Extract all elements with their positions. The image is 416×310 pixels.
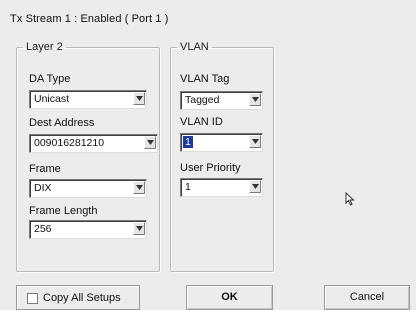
chevron-down-icon[interactable] bbox=[133, 181, 145, 194]
vlan-legend: VLAN bbox=[180, 41, 209, 53]
vlan-tag-select[interactable]: Tagged bbox=[180, 91, 263, 110]
vlan-id-label: VLAN ID bbox=[180, 116, 223, 128]
vlan-tag-label: VLAN Tag bbox=[180, 73, 230, 85]
da-type-value: Unicast bbox=[34, 93, 70, 105]
da-type-label: DA Type bbox=[29, 73, 71, 85]
window-title: Tx Stream 1 : Enabled ( Port 1 ) bbox=[10, 13, 169, 25]
chevron-down-icon[interactable] bbox=[249, 180, 261, 193]
frame-value: DIX bbox=[34, 182, 52, 194]
chevron-down-icon[interactable] bbox=[133, 222, 145, 235]
layer2-legend: Layer 2 bbox=[26, 41, 63, 53]
chevron-down-icon[interactable] bbox=[144, 136, 156, 149]
chevron-down-icon[interactable] bbox=[133, 92, 145, 105]
frame-label: Frame bbox=[29, 163, 61, 175]
user-priority-label: User Priority bbox=[180, 162, 241, 174]
copy-all-setups-checkbox[interactable]: Copy All Setups bbox=[16, 285, 140, 310]
user-priority-select[interactable]: 1 bbox=[180, 178, 263, 197]
dest-address-field[interactable]: 009016281210 bbox=[29, 134, 158, 153]
ok-button[interactable]: OK bbox=[186, 285, 273, 310]
vlan-id-value: 1 bbox=[183, 136, 193, 148]
frame-select[interactable]: DIX bbox=[29, 179, 147, 198]
copy-all-setups-label: Copy All Setups bbox=[43, 292, 121, 304]
frame-length-value: 256 bbox=[34, 223, 52, 235]
frame-length-label: Frame Length bbox=[29, 205, 98, 217]
mouse-pointer-icon bbox=[345, 192, 355, 206]
dest-address-value: 009016281210 bbox=[34, 137, 105, 149]
frame-length-select[interactable]: 256 bbox=[29, 220, 147, 239]
cancel-button[interactable]: Cancel bbox=[324, 285, 410, 310]
chevron-down-icon[interactable] bbox=[249, 135, 261, 148]
dest-address-label: Dest Address bbox=[29, 117, 95, 129]
checkbox-box[interactable] bbox=[27, 293, 38, 304]
chevron-down-icon[interactable] bbox=[249, 93, 261, 106]
vlan-tag-value: Tagged bbox=[185, 94, 220, 106]
user-priority-value: 1 bbox=[185, 181, 191, 193]
da-type-select[interactable]: Unicast bbox=[29, 90, 147, 109]
vlan-id-select[interactable]: 1 bbox=[180, 133, 263, 152]
